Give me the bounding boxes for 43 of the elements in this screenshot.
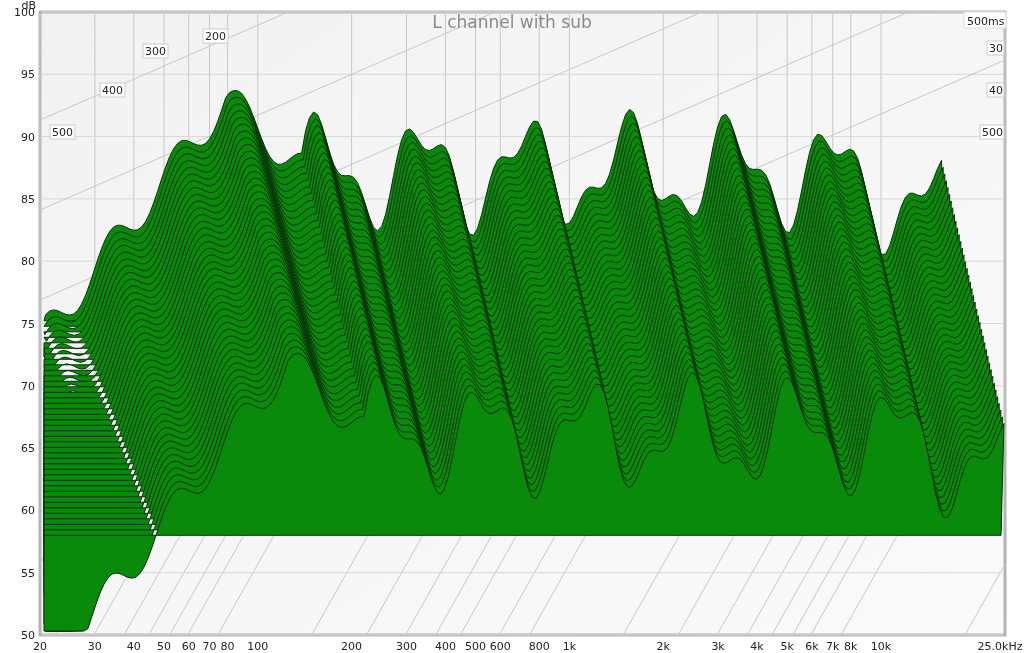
x-axis-tick: 20 [33, 640, 47, 653]
x-axis-tick: 100 [247, 640, 269, 653]
x-axis-tick: 2k [656, 640, 670, 653]
y-axis-tick: 75 [21, 317, 35, 331]
x-axis-tick: 3k [711, 640, 725, 653]
time-label: 300 [142, 43, 169, 59]
time-label: 40 [986, 82, 1005, 98]
y-axis-tick: 70 [21, 379, 35, 393]
x-axis-tick: 7k [826, 640, 840, 653]
time-label: 500ms [963, 11, 1007, 29]
x-axis-tick: 400 [434, 640, 456, 653]
x-axis-tick: 80 [220, 640, 235, 653]
x-axis-tick: 40 [126, 640, 141, 653]
x-axis-tick: 10k [870, 640, 892, 653]
y-axis-tick: 95 [21, 68, 35, 82]
x-axis-tick: 8k [844, 640, 858, 653]
time-label: 400 [99, 82, 126, 98]
time-label: 500 [49, 124, 76, 140]
y-axis-tick: 60 [21, 504, 35, 518]
chart-title: L channel with sub [432, 12, 592, 32]
x-axis-tick: 1k [562, 640, 577, 653]
x-axis-tick: 600 [489, 640, 511, 653]
x-axis-tick: 6k [805, 640, 819, 653]
x-axis-tick: 200 [341, 640, 363, 653]
y-axis-tick: 50 [21, 629, 35, 642]
y-axis-tick: 80 [21, 255, 35, 269]
y-axis-tick: 55 [21, 566, 35, 580]
time-label: 200 [202, 28, 229, 44]
x-axis-tick: 500 [465, 640, 487, 653]
x-axis-tick: 30 [87, 640, 102, 653]
time-label: 30 [986, 40, 1005, 56]
x-axis-tick: 300 [395, 640, 417, 653]
x-axis-tick: 50 [157, 640, 171, 653]
x-axis-tick: 4k [750, 640, 764, 653]
x-axis-tick: 60 [181, 640, 196, 653]
time-label: 500 [979, 124, 1005, 140]
y-axis-tick: 90 [21, 130, 35, 144]
y-axis-tick: 85 [21, 192, 35, 206]
x-axis-tick: 800 [528, 640, 550, 653]
x-axis-tick: 25.0kHz [977, 640, 1023, 653]
x-axis-tick: 5k [780, 640, 794, 653]
y-axis-tick: 65 [21, 442, 35, 456]
x-axis-tick: 70 [202, 640, 217, 653]
